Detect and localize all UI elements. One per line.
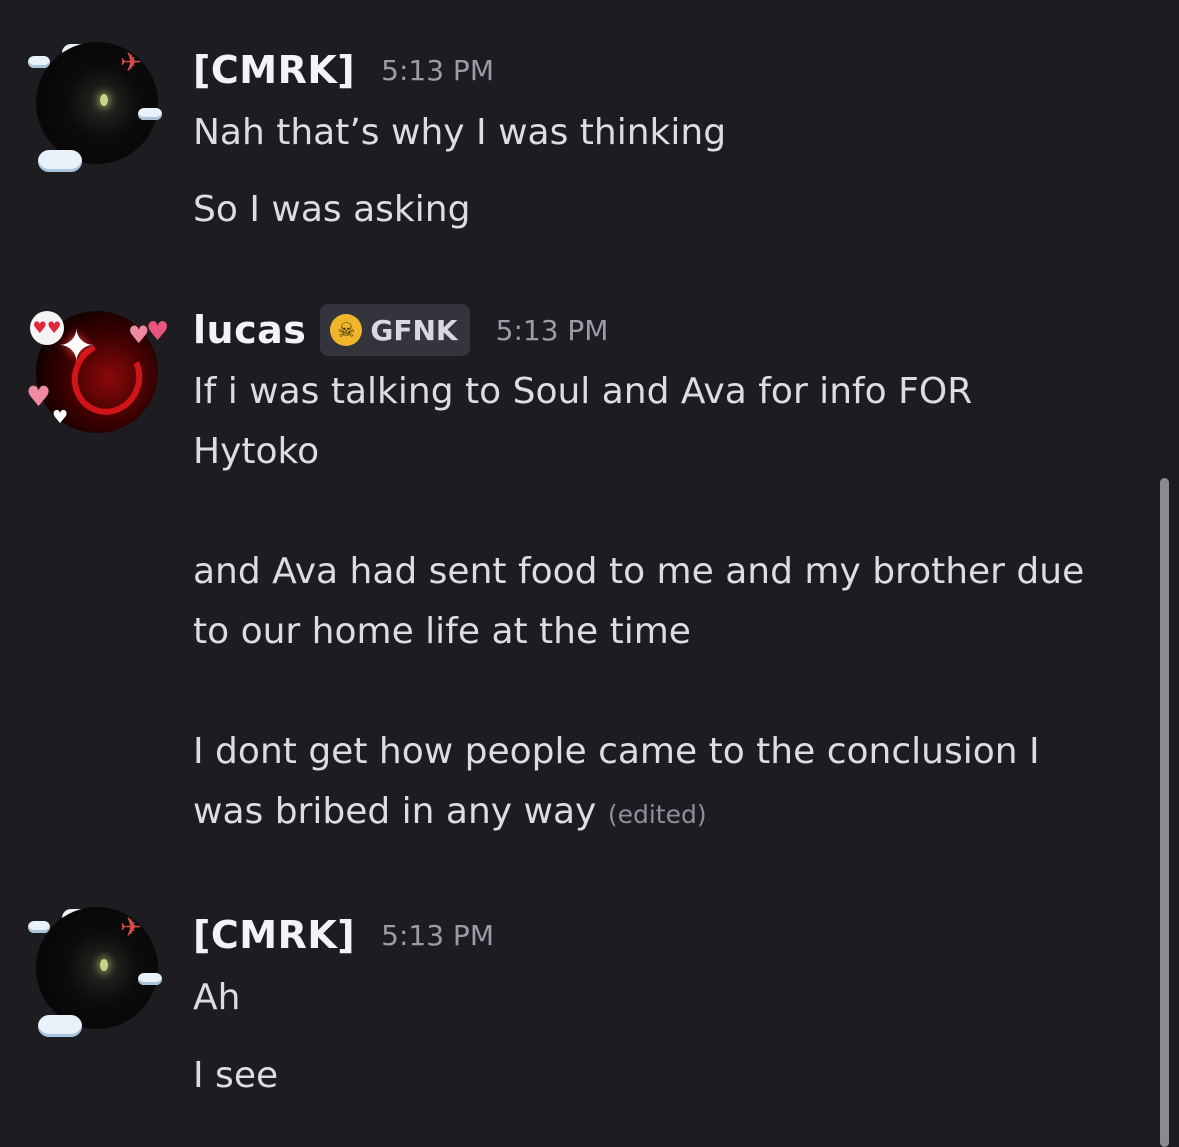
cloud-icon <box>138 973 162 985</box>
username[interactable]: [CMRK] <box>193 48 355 92</box>
hang-glider-icon: ✈ <box>120 48 142 78</box>
scrollbar[interactable] <box>1160 478 1169 1147</box>
message-header: [CMRK] 5:13 PM <box>193 42 494 98</box>
message-text: Ah <box>193 977 241 1018</box>
message-text: If i was talking to Soul and Ava for inf… <box>193 371 973 412</box>
heart-icon: ♥ <box>26 380 52 413</box>
hang-glider-icon: ✈ <box>120 913 142 943</box>
avatar-decoration[interactable]: ✦ ♥♥ ♥ ♥ ♥ ♥ <box>24 283 174 433</box>
message-text: to our home life at the time <box>193 611 691 652</box>
guild-tag-label: GFNK <box>370 313 458 347</box>
heart-eyes-emoji-icon: ♥♥ <box>30 311 64 345</box>
cloud-icon <box>38 150 82 172</box>
message-last-line: was bribed in any way (edited) <box>193 782 707 845</box>
timestamp: 5:13 PM <box>495 313 609 347</box>
message-text: Hytoko <box>193 431 320 472</box>
avatar-decoration[interactable]: ✈ <box>24 879 174 1037</box>
edited-label: (edited) <box>607 800 707 829</box>
message-text: I see <box>193 1055 279 1096</box>
heart-icon: ♥ <box>52 407 69 428</box>
message-text: Nah that’s why I was thinking <box>193 112 727 153</box>
timestamp: 5:13 PM <box>381 918 494 952</box>
username[interactable]: [CMRK] <box>193 913 355 957</box>
light-icon <box>100 94 108 106</box>
skull-icon: ☠ <box>330 314 363 346</box>
timestamp: 5:13 PM <box>381 53 494 87</box>
cloud-icon <box>38 1015 82 1037</box>
message-text: was bribed in any way <box>193 791 597 832</box>
guild-tag[interactable]: ☠ GFNK <box>320 304 470 356</box>
message-header: lucas ☠ GFNK 5:13 PM <box>193 302 608 358</box>
message-text: I dont get how people came to the conclu… <box>193 731 1040 772</box>
cloud-icon <box>138 108 162 120</box>
username[interactable]: lucas <box>193 308 306 352</box>
message-text: and Ava had sent food to me and my broth… <box>193 551 1085 592</box>
chat-log: ✈ [CMRK] 5:13 PM Nah that’s why I was th… <box>0 0 1179 1147</box>
light-icon <box>100 959 108 971</box>
heart-icon: ♥ <box>146 317 170 347</box>
avatar-decoration[interactable]: ✈ <box>24 14 174 172</box>
message-text: So I was asking <box>193 189 471 230</box>
message-header: [CMRK] 5:13 PM <box>193 907 494 963</box>
